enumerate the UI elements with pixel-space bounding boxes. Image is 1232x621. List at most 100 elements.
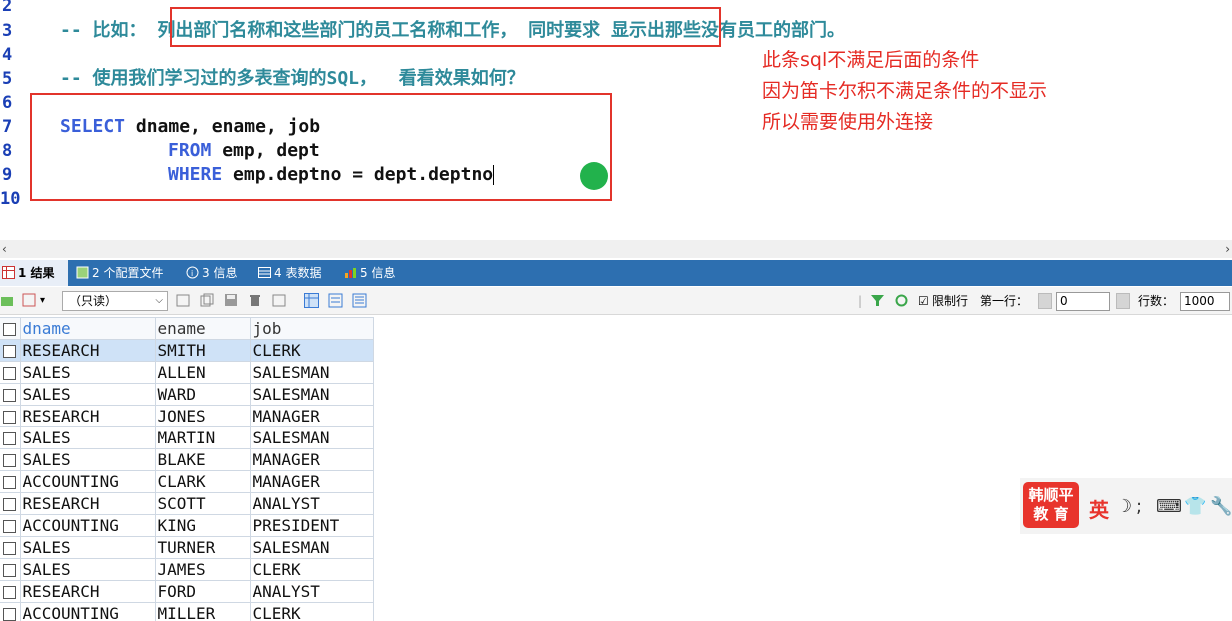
row-checkbox-cell[interactable] (0, 557, 21, 581)
moon-icon[interactable]: ☽ (1116, 496, 1132, 517)
row-checkbox-cell[interactable] (0, 514, 21, 537)
cell-job[interactable]: ANALYST (249, 579, 374, 603)
row-checkbox[interactable] (3, 607, 17, 621)
cell-ename[interactable]: JAMES (154, 557, 251, 581)
save-icon[interactable] (224, 293, 239, 308)
cell-dname[interactable]: ACCOUNTING (19, 601, 156, 621)
cell-ename[interactable]: ALLEN (154, 360, 251, 384)
row-checkbox[interactable] (3, 388, 17, 402)
cell-dname[interactable]: SALES (19, 448, 156, 472)
cell-ename[interactable]: KING (154, 514, 251, 537)
row-checkbox[interactable] (3, 519, 17, 533)
add-row-icon[interactable] (0, 293, 15, 308)
scroll-right-icon[interactable]: › (1225, 240, 1230, 258)
table-row[interactable]: SALES MARTIN SALESMAN (0, 426, 374, 450)
cell-job[interactable]: SALESMAN (249, 426, 374, 450)
results-grid[interactable]: dname ename job RESEARCH SMITH CLERK SALES A… (0, 317, 374, 621)
cell-ename[interactable]: JONES (154, 404, 251, 428)
cell-job[interactable]: CLERK (249, 557, 374, 581)
cell-ename[interactable]: TURNER (154, 535, 251, 559)
row-checkbox-cell[interactable] (0, 404, 21, 428)
ime-language-label[interactable]: 英 (1089, 494, 1109, 523)
tab-info[interactable]: i 3 信息 (184, 260, 248, 286)
tab-table-data[interactable]: 4 表数据 (256, 260, 332, 286)
cell-ename[interactable]: WARD (154, 382, 251, 406)
row-checkbox[interactable] (3, 541, 17, 555)
row-checkbox[interactable] (3, 476, 17, 490)
export-dropdown-icon[interactable]: ▾ (40, 293, 45, 309)
row-checkbox-cell[interactable] (0, 601, 21, 621)
table-row[interactable]: RESEARCH JONES MANAGER (0, 404, 374, 428)
row-checkbox[interactable] (3, 366, 17, 380)
scroll-left-icon[interactable]: ‹ (2, 240, 7, 258)
cell-dname[interactable]: ACCOUNTING (19, 514, 156, 537)
cell-dname[interactable]: RESEARCH (19, 338, 156, 362)
refresh-grid-icon[interactable] (272, 293, 287, 308)
select-all-checkbox[interactable] (3, 322, 17, 336)
tab-info-2[interactable]: 5 信息 (342, 260, 406, 286)
row-checkbox-cell[interactable] (0, 338, 21, 362)
next-page-button[interactable] (1116, 293, 1130, 309)
form-view-icon[interactable] (328, 293, 343, 308)
first-row-input[interactable]: 0 (1056, 292, 1110, 311)
limit-rows-checkbox[interactable]: ☑ (918, 293, 929, 309)
skin-icon[interactable]: 👕 (1184, 496, 1206, 517)
row-count-input[interactable]: 1000 (1180, 292, 1230, 311)
cell-ename[interactable]: BLAKE (154, 448, 251, 472)
row-checkbox[interactable] (3, 410, 17, 424)
cell-job[interactable]: MANAGER (249, 448, 374, 472)
cell-job[interactable]: ANALYST (249, 492, 374, 516)
select-all-cell[interactable] (0, 317, 21, 340)
table-row[interactable]: RESEARCH SCOTT ANALYST (0, 492, 374, 516)
filter-rows-icon[interactable] (176, 293, 191, 308)
cell-ename[interactable]: MARTIN (154, 426, 251, 450)
filter-icon[interactable] (870, 293, 885, 308)
cell-dname[interactable]: RESEARCH (19, 492, 156, 516)
row-checkbox[interactable] (3, 344, 17, 358)
mode-select[interactable]: （只读） ⌵ (62, 291, 168, 311)
refresh-icon[interactable] (894, 293, 909, 308)
export-icon[interactable] (22, 293, 37, 308)
cell-ename[interactable]: FORD (154, 579, 251, 603)
sql-editor[interactable]: 2 3 -- 比如： 列出部门名称和这些部门的员工名称和工作， 同时要求 显示出… (0, 0, 1232, 240)
cell-ename[interactable]: MILLER (154, 601, 251, 621)
delete-icon[interactable] (248, 293, 263, 308)
cell-dname[interactable]: RESEARCH (19, 579, 156, 603)
column-header-ename[interactable]: ename (154, 317, 251, 340)
cell-dname[interactable]: SALES (19, 557, 156, 581)
copy-row-icon[interactable] (200, 293, 215, 308)
tools-icon[interactable]: 🔧 (1210, 496, 1232, 517)
row-checkbox-cell[interactable] (0, 492, 21, 516)
cell-job[interactable]: CLERK (249, 601, 374, 621)
grid-view-icon[interactable] (304, 293, 319, 308)
table-row[interactable]: SALES ALLEN SALESMAN (0, 360, 374, 384)
cell-ename[interactable]: SCOTT (154, 492, 251, 516)
table-row[interactable]: ACCOUNTING KING PRESIDENT (0, 514, 374, 537)
cell-job[interactable]: MANAGER (249, 404, 374, 428)
tab-profiles[interactable]: 2 个配置文件 (74, 260, 172, 286)
row-checkbox[interactable] (3, 585, 17, 599)
cell-ename[interactable]: SMITH (154, 338, 251, 362)
prev-page-button[interactable] (1038, 293, 1052, 309)
row-checkbox-cell[interactable] (0, 579, 21, 603)
cell-dname[interactable]: SALES (19, 360, 156, 384)
cell-job[interactable]: MANAGER (249, 470, 374, 494)
cell-job[interactable]: SALESMAN (249, 535, 374, 559)
row-checkbox[interactable] (3, 432, 17, 446)
punctuation-icon[interactable]: ; (1136, 496, 1142, 517)
cell-job[interactable]: SALESMAN (249, 382, 374, 406)
text-view-icon[interactable] (352, 293, 367, 308)
row-checkbox[interactable] (3, 498, 17, 512)
cell-job[interactable]: PRESIDENT (249, 514, 374, 537)
row-checkbox-cell[interactable] (0, 360, 21, 384)
row-checkbox-cell[interactable] (0, 448, 21, 472)
table-row[interactable]: RESEARCH FORD ANALYST (0, 579, 374, 603)
cell-ename[interactable]: CLARK (154, 470, 251, 494)
cell-dname[interactable]: RESEARCH (19, 404, 156, 428)
column-header-dname[interactable]: dname (19, 317, 156, 340)
cell-dname[interactable]: SALES (19, 426, 156, 450)
row-checkbox-cell[interactable] (0, 426, 21, 450)
table-row[interactable]: SALES TURNER SALESMAN (0, 535, 374, 559)
cell-job[interactable]: CLERK (249, 338, 374, 362)
tab-results[interactable]: 1 结果 (0, 260, 68, 286)
